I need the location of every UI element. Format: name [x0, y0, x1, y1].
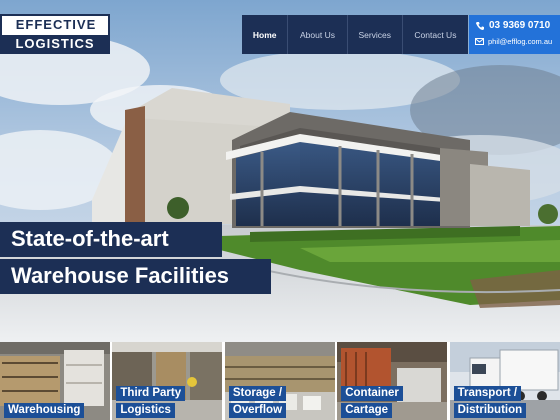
tile-label-line: Transport /: [453, 386, 522, 401]
logo-line-1: EFFECTIVE: [15, 17, 97, 32]
tile-label: Third Party Logistics: [116, 386, 186, 418]
tile-label-line: Warehousing: [4, 403, 85, 418]
tile-label-line: Logistics: [116, 403, 175, 418]
tile-storage-overflow[interactable]: Storage / Overflow: [224, 342, 335, 420]
nav-home[interactable]: Home: [242, 15, 289, 54]
nav-contact-us[interactable]: Contact Us: [403, 15, 468, 54]
tile-label: Storage / Overflow: [228, 386, 287, 418]
tile-container-cartage[interactable]: Container Cartage: [337, 342, 448, 420]
service-tiles: Warehousing Third Party Logistics Storag…: [0, 342, 560, 420]
tile-label-line: Distribution: [453, 403, 527, 418]
tile-label-line: Third Party: [116, 386, 186, 401]
mail-icon: [475, 38, 484, 45]
hero-title-line-1: State-of-the-art: [0, 222, 222, 257]
nav-services[interactable]: Services: [348, 15, 403, 54]
nav-about-us[interactable]: About Us: [288, 15, 348, 54]
tile-label-line: Cartage: [341, 403, 393, 418]
tile-warehousing[interactable]: Warehousing: [0, 342, 110, 420]
hero-title-line-2: Warehouse Facilities: [0, 259, 271, 294]
phone-number: 03 9369 0710: [489, 20, 551, 31]
tile-label-line: Container: [341, 386, 403, 401]
tile-label: Transport / Distribution: [453, 386, 527, 418]
company-logo[interactable]: EFFECTIVE LOGISTICS: [0, 14, 110, 54]
tile-label-line: Overflow: [228, 403, 287, 418]
contact-box: 03 9369 0710 phil@efflog.com.au: [469, 15, 560, 54]
tile-third-party-logistics[interactable]: Third Party Logistics: [112, 342, 223, 420]
tile-label-line: Storage /: [228, 386, 287, 401]
phone-link[interactable]: 03 9369 0710: [475, 20, 550, 31]
email-address: phil@efflog.com.au: [488, 37, 553, 46]
tile-label: Warehousing: [4, 403, 85, 418]
main-nav: Home About Us Services Contact Us: [242, 15, 468, 54]
logo-line-2: LOGISTICS: [2, 35, 108, 52]
tile-transport-distribution[interactable]: Transport / Distribution: [449, 342, 560, 420]
email-link[interactable]: phil@efflog.com.au: [475, 37, 552, 46]
phone-icon: [476, 21, 484, 30]
tile-label: Container Cartage: [341, 386, 403, 418]
